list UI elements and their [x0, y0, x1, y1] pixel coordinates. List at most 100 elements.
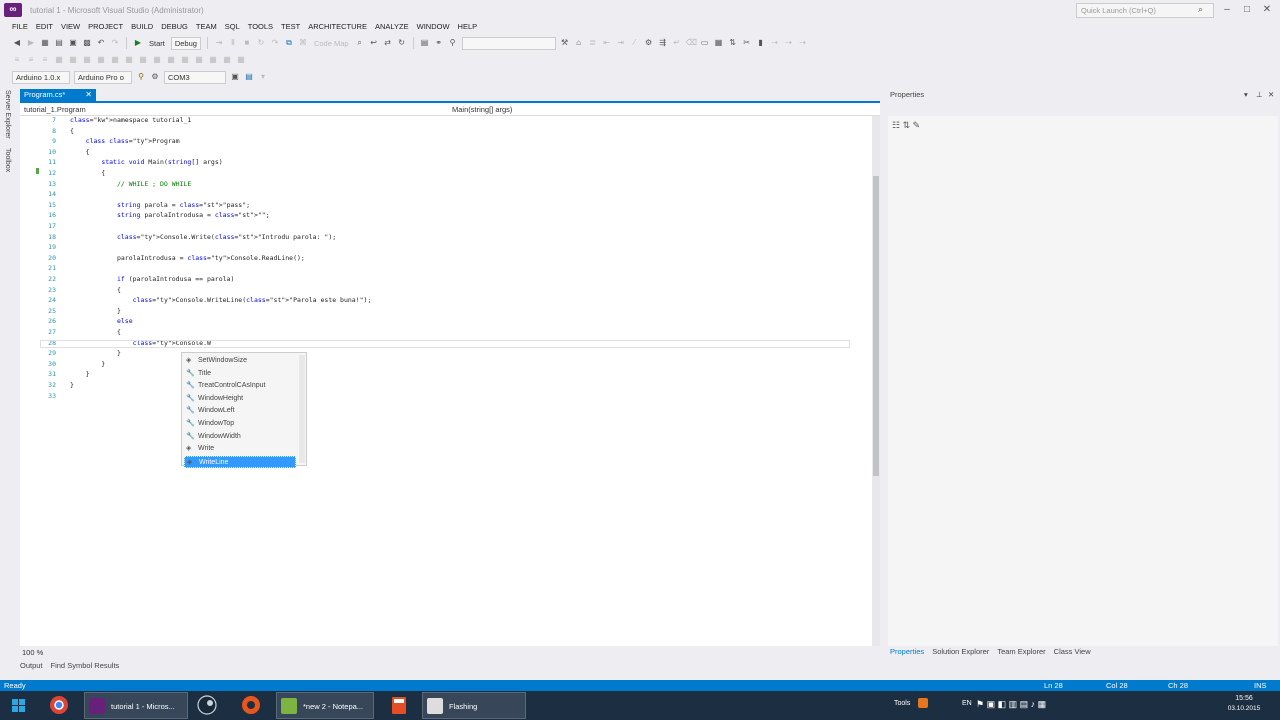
find-icon[interactable]: ⌕: [355, 38, 365, 48]
calculator-icon[interactable]: [384, 692, 414, 719]
start-button[interactable]: [4, 692, 34, 719]
grid-icon-3[interactable]: ▦: [82, 55, 92, 65]
grid-icon-12[interactable]: ▦: [208, 55, 218, 65]
upload-icon[interactable]: ⚲: [136, 72, 146, 82]
completion-item[interactable]: ◈ SetWindowSize: [184, 355, 296, 367]
programmer-dropdown[interactable]: Arduino Pro o: [74, 70, 132, 84]
alphabetical-icon[interactable]: ⇅: [903, 120, 911, 130]
editor-vertical-scrollbar[interactable]: [872, 116, 880, 646]
code-line[interactable]: }: [70, 381, 74, 389]
quick-launch-input[interactable]: Quick Launch (Ctrl+Q): [1076, 3, 1214, 18]
more-icon-1[interactable]: ⇢: [770, 38, 780, 48]
more-icon-2[interactable]: ⇢: [784, 38, 794, 48]
code-line[interactable]: {: [70, 127, 74, 135]
menu-team[interactable]: TEAM: [192, 20, 221, 34]
grid-icon-4[interactable]: ▦: [96, 55, 106, 65]
completion-item[interactable]: ◈ WriteLine: [184, 455, 296, 468]
forward-icon[interactable]: ▶: [26, 38, 36, 48]
grid-icon-8[interactable]: ▦: [152, 55, 162, 65]
tray-icons[interactable]: ⚑ ▣ ◧ ▥ ▤ ♪ ▦: [976, 699, 1046, 710]
scrollbar-thumb[interactable]: [873, 176, 879, 476]
completion-item[interactable]: 🔧 WindowLeft: [184, 405, 296, 417]
code-line[interactable]: static void Main(string[] args): [70, 158, 222, 166]
align-center-icon[interactable]: ≡: [26, 55, 36, 65]
intellisense-completion-list[interactable]: ◈ SetWindowSize 🔧 Title 🔧 TreatControlCAsInpu…: [181, 352, 307, 468]
grid-icon-6[interactable]: ▦: [124, 55, 134, 65]
serial-icon[interactable]: ⚙: [150, 72, 160, 82]
code-line[interactable]: class="ty">Console.WriteLine(class="st">…: [70, 296, 372, 304]
start-icon[interactable]: ▶: [133, 38, 143, 48]
tab-team-explorer[interactable]: Team Explorer: [997, 646, 1045, 658]
diagram-icon[interactable]: ⧉: [284, 38, 294, 48]
clock-date[interactable]: 03.10.2015: [1224, 705, 1264, 712]
align-right-icon[interactable]: ≡: [40, 55, 50, 65]
code-line[interactable]: string parolaIntrodusa = class="st">"";: [70, 211, 270, 219]
save-all-icon[interactable]: ▩: [82, 38, 92, 48]
window-icon[interactable]: ▭: [700, 38, 710, 48]
menu-architecture[interactable]: ARCHITECTURE: [304, 20, 371, 34]
code-line[interactable]: {: [70, 286, 121, 294]
configuration-dropdown[interactable]: Debug: [170, 36, 201, 50]
completion-item[interactable]: 🔧 TreatControlCAsInput: [184, 380, 296, 392]
code-line[interactable]: }: [70, 360, 105, 368]
format-icon[interactable]: ≣: [588, 38, 598, 48]
more-icon[interactable]: ▾: [258, 72, 268, 82]
sync-icon[interactable]: ⇄: [383, 38, 393, 48]
minimize-button[interactable]: –: [1218, 3, 1236, 17]
attach-icon[interactable]: ⚲: [448, 38, 458, 48]
code-editor[interactable]: 7 8 9 10 11 12 13 14 15 16 17 18 19 20 21 22 23 24 25 26 27 2…: [20, 116, 872, 646]
completion-scrollbar[interactable]: [299, 355, 305, 463]
dropdown-icon[interactable]: ▾: [1244, 89, 1248, 101]
navigate-icon[interactable]: ↩: [369, 38, 379, 48]
grid-icon-5[interactable]: ▦: [110, 55, 120, 65]
step-over-icon[interactable]: ↷: [270, 38, 280, 48]
new-project-icon[interactable]: ▦: [40, 38, 50, 48]
more-icon-3[interactable]: ⇢: [798, 38, 808, 48]
tab-solution-explorer[interactable]: Solution Explorer: [932, 646, 989, 658]
grid-icon-2[interactable]: ▦: [68, 55, 78, 65]
code-line[interactable]: class class="ty">Program: [70, 137, 180, 145]
document-tab-program-cs[interactable]: Program.cs* ✕: [20, 89, 96, 101]
app-orange-icon[interactable]: [236, 692, 266, 719]
code-line[interactable]: class="ty">Console.Write(class="st">"Int…: [70, 233, 336, 241]
pin-icon[interactable]: ⊥: [1256, 89, 1263, 101]
chrome-icon[interactable]: [44, 692, 74, 719]
taskbar-notepad[interactable]: *new 2 - Notepa...: [276, 692, 374, 719]
steam-icon[interactable]: [192, 692, 222, 719]
grid-icon-14[interactable]: ▦: [236, 55, 246, 65]
breakpoint-icon[interactable]: ▮: [756, 38, 766, 48]
doc-icon[interactable]: ▤: [420, 38, 430, 48]
toolbox-tab[interactable]: Toolbox: [4, 148, 11, 172]
bookmark-prev-icon[interactable]: ⌫: [686, 38, 697, 48]
code-line[interactable]: {: [70, 169, 105, 177]
menu-debug[interactable]: DEBUG: [157, 20, 192, 34]
grid-icon-7[interactable]: ▦: [138, 55, 148, 65]
monitor-icon[interactable]: ▣: [230, 72, 240, 82]
pause-icon[interactable]: Ⅱ: [228, 38, 238, 48]
taskbar-flashing[interactable]: Flashing: [422, 692, 526, 719]
clock-time[interactable]: 15:56: [1224, 695, 1264, 702]
close-button[interactable]: ✕: [1258, 3, 1276, 17]
menu-sql[interactable]: SQL: [221, 20, 244, 34]
completion-item[interactable]: 🔧 WindowHeight: [184, 393, 296, 405]
tab-class-view[interactable]: Class View: [1054, 646, 1091, 658]
grid-icon-13[interactable]: ▦: [222, 55, 232, 65]
code-line[interactable]: parolaIntrodusa = class="ty">Console.Rea…: [70, 254, 305, 262]
unlink-icon[interactable]: ✂: [742, 38, 752, 48]
search-icon[interactable]: ⌕: [1198, 4, 1203, 15]
comment-icon[interactable]: ⁄: [630, 38, 640, 48]
code-line[interactable]: {: [70, 148, 90, 156]
code-line[interactable]: }: [70, 307, 121, 315]
menu-file[interactable]: FILE: [8, 20, 32, 34]
back-icon[interactable]: ◀: [12, 38, 22, 48]
refresh-icon[interactable]: ↻: [397, 38, 407, 48]
port-dropdown[interactable]: COM3: [164, 70, 226, 84]
open-file-icon[interactable]: ▤: [54, 38, 64, 48]
zoom-level[interactable]: 100 %: [22, 648, 43, 657]
code-line[interactable]: class="kw">namespace tutorial_1: [70, 116, 191, 124]
layout-icon[interactable]: ▦: [714, 38, 724, 48]
wrench-icon[interactable]: ✎: [913, 120, 921, 130]
stop-icon[interactable]: ■: [242, 38, 252, 48]
tab-output[interactable]: Output: [20, 660, 43, 672]
wrap-icon[interactable]: ↵: [672, 38, 682, 48]
